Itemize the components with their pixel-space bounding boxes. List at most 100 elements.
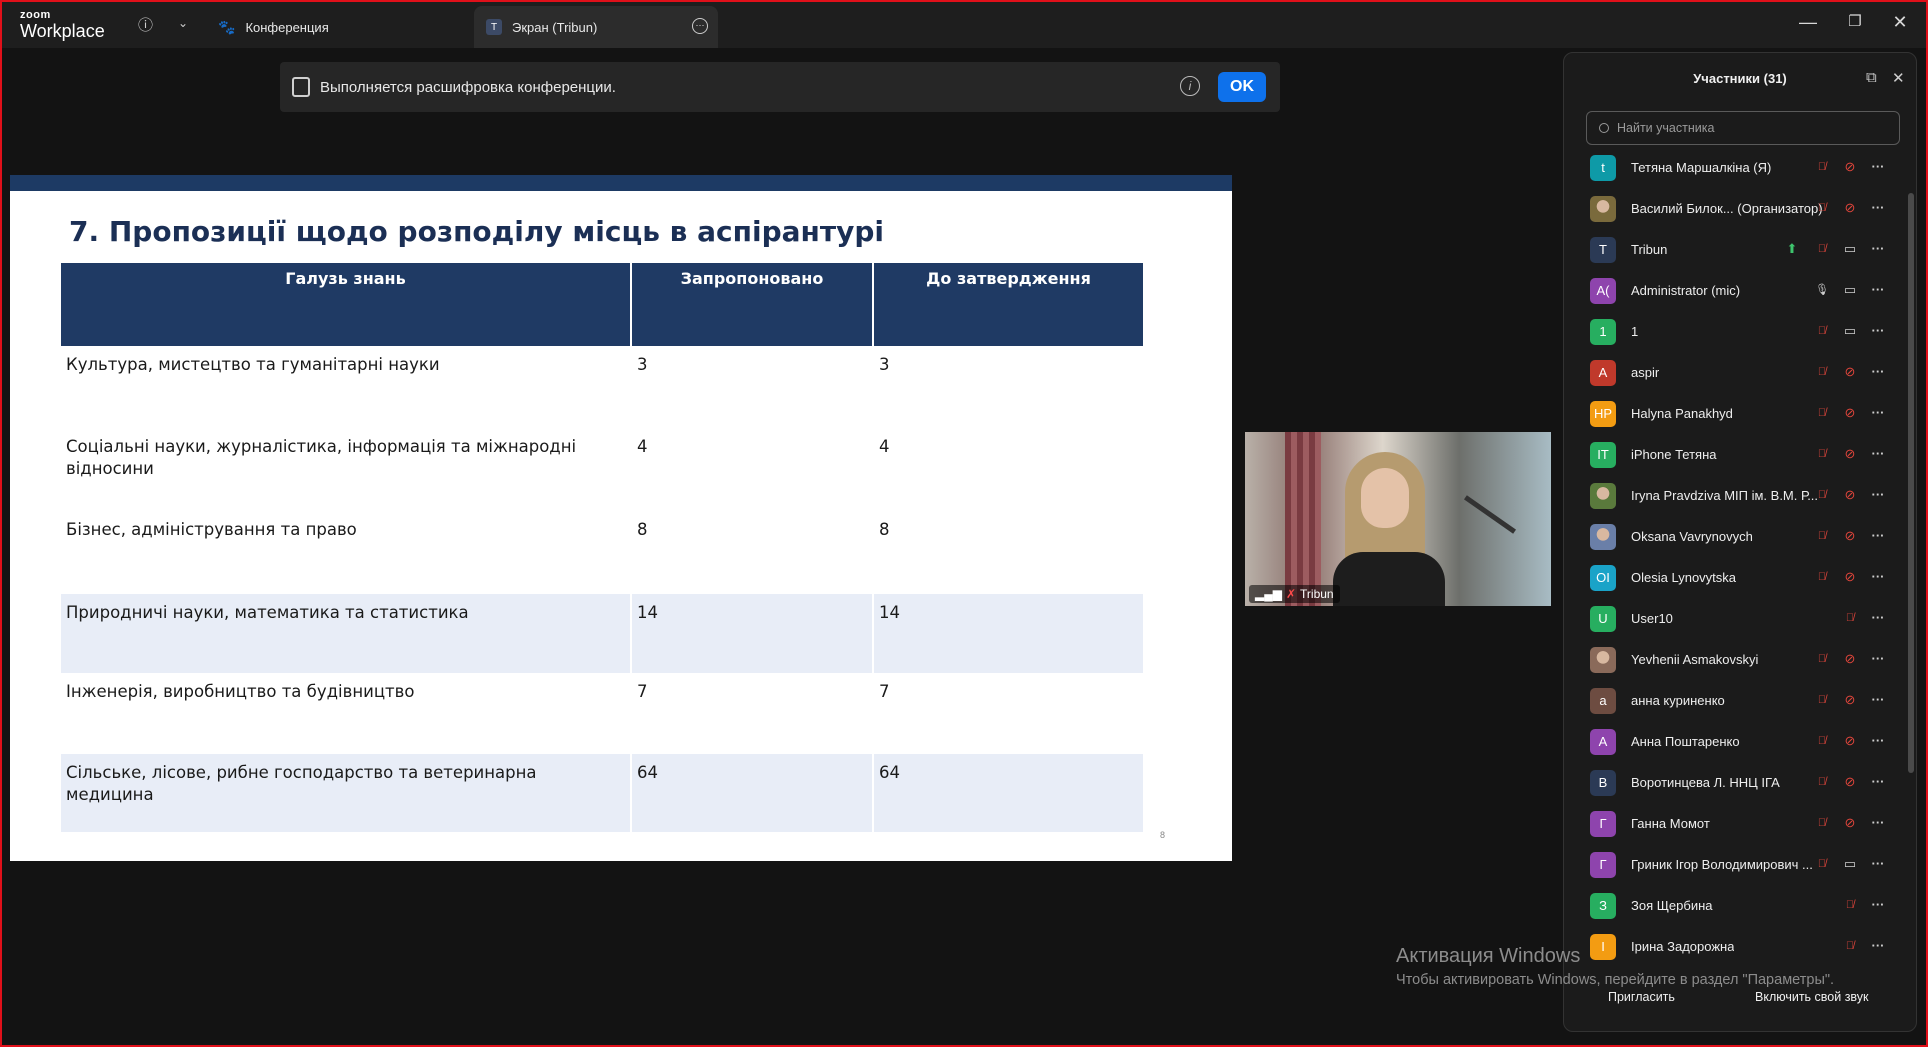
camera-off-icon[interactable]: ⊘ [1842,364,1858,380]
camera-off-icon[interactable]: ⊘ [1842,446,1858,462]
table-cell: 4 [879,437,890,456]
invite-button[interactable]: Пригласить [1608,990,1675,1004]
mic-muted-icon[interactable]: 🎙̸ [1814,856,1830,872]
participant-row[interactable]: Г Ганна Момот 🎙̸ ⊘ ··· [1576,803,1900,844]
mic-muted-icon[interactable]: 🎙̸ [1814,487,1830,503]
more-icon[interactable]: ··· [1870,159,1886,175]
camera-off-icon[interactable]: ⊘ [1842,651,1858,667]
more-icon[interactable]: ··· [1870,856,1886,872]
mic-muted-icon[interactable]: 🎙̸ [1814,569,1830,585]
camera-off-icon[interactable]: ⊘ [1842,528,1858,544]
more-icon[interactable]: ··· [1870,405,1886,421]
ok-button[interactable]: OK [1218,72,1266,102]
participant-row[interactable]: T Tribun ⬆ 🎙̸ ▭ ··· [1576,229,1900,270]
participant-row[interactable]: Василий Билок... (Организатор) 🎙̸ ⊘ ··· [1576,188,1900,229]
mic-on-icon[interactable]: 🎙 [1814,282,1830,298]
minimize-button[interactable]: — [1793,12,1823,33]
camera-off-icon[interactable]: ⊘ [1842,569,1858,585]
mic-muted-icon[interactable]: 🎙̸ [1842,610,1858,626]
participant-row[interactable]: Г Гриник Ігор Володимирович ... 🎙̸ ▭ ··· [1576,844,1900,885]
more-icon[interactable]: ··· [1870,241,1886,257]
info-icon[interactable]: i [1180,76,1200,96]
search-input[interactable] [1615,120,1899,136]
participant-row[interactable]: а анна куриненко 🎙̸ ⊘ ··· [1576,680,1900,721]
more-icon[interactable]: ··· [1870,364,1886,380]
more-icon[interactable]: ··· [1870,323,1886,339]
more-icon[interactable]: ··· [1870,200,1886,216]
camera-off-icon[interactable]: ⊘ [1842,159,1858,175]
more-icon[interactable]: ··· [1870,733,1886,749]
participant-row[interactable]: В Воротинцева Л. ННЦ ІГА 🎙̸ ⊘ ··· [1576,762,1900,803]
participant-row[interactable]: Iryna Pravdziva МІП ім. В.М. Р... 🎙̸ ⊘ ··· [1576,475,1900,516]
mic-muted-icon[interactable]: 🎙̸ [1814,364,1830,380]
camera-off-icon[interactable]: ⊘ [1842,774,1858,790]
participant-row[interactable]: t Тетяна Маршалкіна (Я) 🎙̸ ⊘ ··· [1576,147,1900,188]
participant-row[interactable]: HP Halyna Panakhyd 🎙̸ ⊘ ··· [1576,393,1900,434]
more-icon[interactable]: ··· [1870,815,1886,831]
mic-muted-icon[interactable]: 🎙̸ [1814,815,1830,831]
mic-muted-icon[interactable]: 🎙̸ [1814,528,1830,544]
mic-muted-icon[interactable]: 🎙̸ [1814,200,1830,216]
participant-row[interactable]: IT iPhone Тетяна 🎙̸ ⊘ ··· [1576,434,1900,475]
mic-muted-icon[interactable]: 🎙̸ [1814,323,1830,339]
more-options-icon[interactable]: ··· [692,18,708,34]
participant-row[interactable]: A(Administrator (mic) 🎙 ▭ ··· [1576,270,1900,311]
camera-on-icon[interactable]: ▭ [1842,241,1858,257]
mic-muted-icon[interactable]: 🎙̸ [1814,405,1830,421]
unmute-button[interactable]: Включить свой звук [1755,990,1869,1004]
more-icon[interactable]: ··· [1870,446,1886,462]
avatar: IT [1590,441,1616,468]
participant-row[interactable]: OI Olesia Lynovytska 🎙̸ ⊘ ··· [1576,557,1900,598]
scrollbar[interactable] [1908,193,1914,773]
participant-name: Тетяна Маршалкіна (Я) [1631,160,1772,175]
camera-off-icon[interactable]: ⊘ [1842,692,1858,708]
mic-muted-icon[interactable]: 🎙̸ [1814,774,1830,790]
more-icon[interactable]: ··· [1870,897,1886,913]
table-cell: 14 [631,594,874,673]
mic-muted-icon[interactable]: 🎙̸ [1814,159,1830,175]
camera-on-icon[interactable]: ▭ [1842,282,1858,298]
participant-row[interactable]: Aaspir 🎙̸ ⊘ ··· [1576,352,1900,393]
more-icon[interactable]: ··· [1870,938,1886,954]
tab-screen-share[interactable]: T Экран (Tribun) ··· [474,6,718,48]
search-field[interactable] [1586,111,1900,145]
close-icon[interactable]: ✕ [1892,69,1905,87]
camera-off-icon[interactable]: ⊘ [1842,733,1858,749]
more-icon[interactable]: ··· [1870,692,1886,708]
more-icon[interactable]: ··· [1870,282,1886,298]
mic-muted-icon[interactable]: 🎙̸ [1814,446,1830,462]
mic-muted-icon[interactable]: 🎙̸ [1842,938,1858,954]
close-button[interactable]: ✕ [1885,12,1915,33]
participant-row[interactable]: Oksana Vavrynovych 🎙̸ ⊘ ··· [1576,516,1900,557]
camera-off-icon[interactable]: ⊘ [1842,487,1858,503]
more-icon[interactable]: ··· [1870,569,1886,585]
more-icon[interactable]: ··· [1870,610,1886,626]
video-name: Tribun [1300,587,1334,601]
more-icon[interactable]: ··· [1870,487,1886,503]
tab-conference[interactable]: 🐾 Конференция [218,6,478,48]
restore-button[interactable]: ❐ [1840,12,1870,30]
mic-muted-icon[interactable]: 🎙̸ [1814,241,1830,257]
more-icon[interactable]: ··· [1870,528,1886,544]
camera-off-icon[interactable]: ⊘ [1842,815,1858,831]
info-icon[interactable]: ⓘ [138,14,153,35]
more-icon[interactable]: ··· [1870,651,1886,667]
mic-muted-icon[interactable]: 🎙̸ [1814,692,1830,708]
camera-off-icon[interactable]: ⊘ [1842,200,1858,216]
pop-out-icon[interactable]: ⧉ [1866,69,1877,86]
camera-on-icon[interactable]: ▭ [1842,323,1858,339]
more-icon[interactable]: ··· [1870,774,1886,790]
mic-muted-icon[interactable]: 🎙̸ [1814,733,1830,749]
watermark-line2: Чтобы активировать Windows, перейдите в … [1396,972,1835,988]
mic-muted-icon[interactable]: 🎙̸ [1814,651,1830,667]
mic-muted-icon[interactable]: 🎙̸ [1842,897,1858,913]
participant-row[interactable]: З Зоя Щербина 🎙̸ ··· [1576,885,1900,926]
participant-row[interactable]: U User10 🎙̸ ··· [1576,598,1900,639]
chevron-down-icon[interactable]: ⌄ [178,16,188,30]
participant-row[interactable]: 1 1 🎙̸ ▭ ··· [1576,311,1900,352]
participant-row[interactable]: Yevhenii Asmakovskyi 🎙̸ ⊘ ··· [1576,639,1900,680]
camera-on-icon[interactable]: ▭ [1842,856,1858,872]
participant-row[interactable]: А Анна Поштаренко 🎙̸ ⊘ ··· [1576,721,1900,762]
video-tile[interactable]: ▂▄▆ ✗ Tribun [1245,432,1551,606]
camera-off-icon[interactable]: ⊘ [1842,405,1858,421]
